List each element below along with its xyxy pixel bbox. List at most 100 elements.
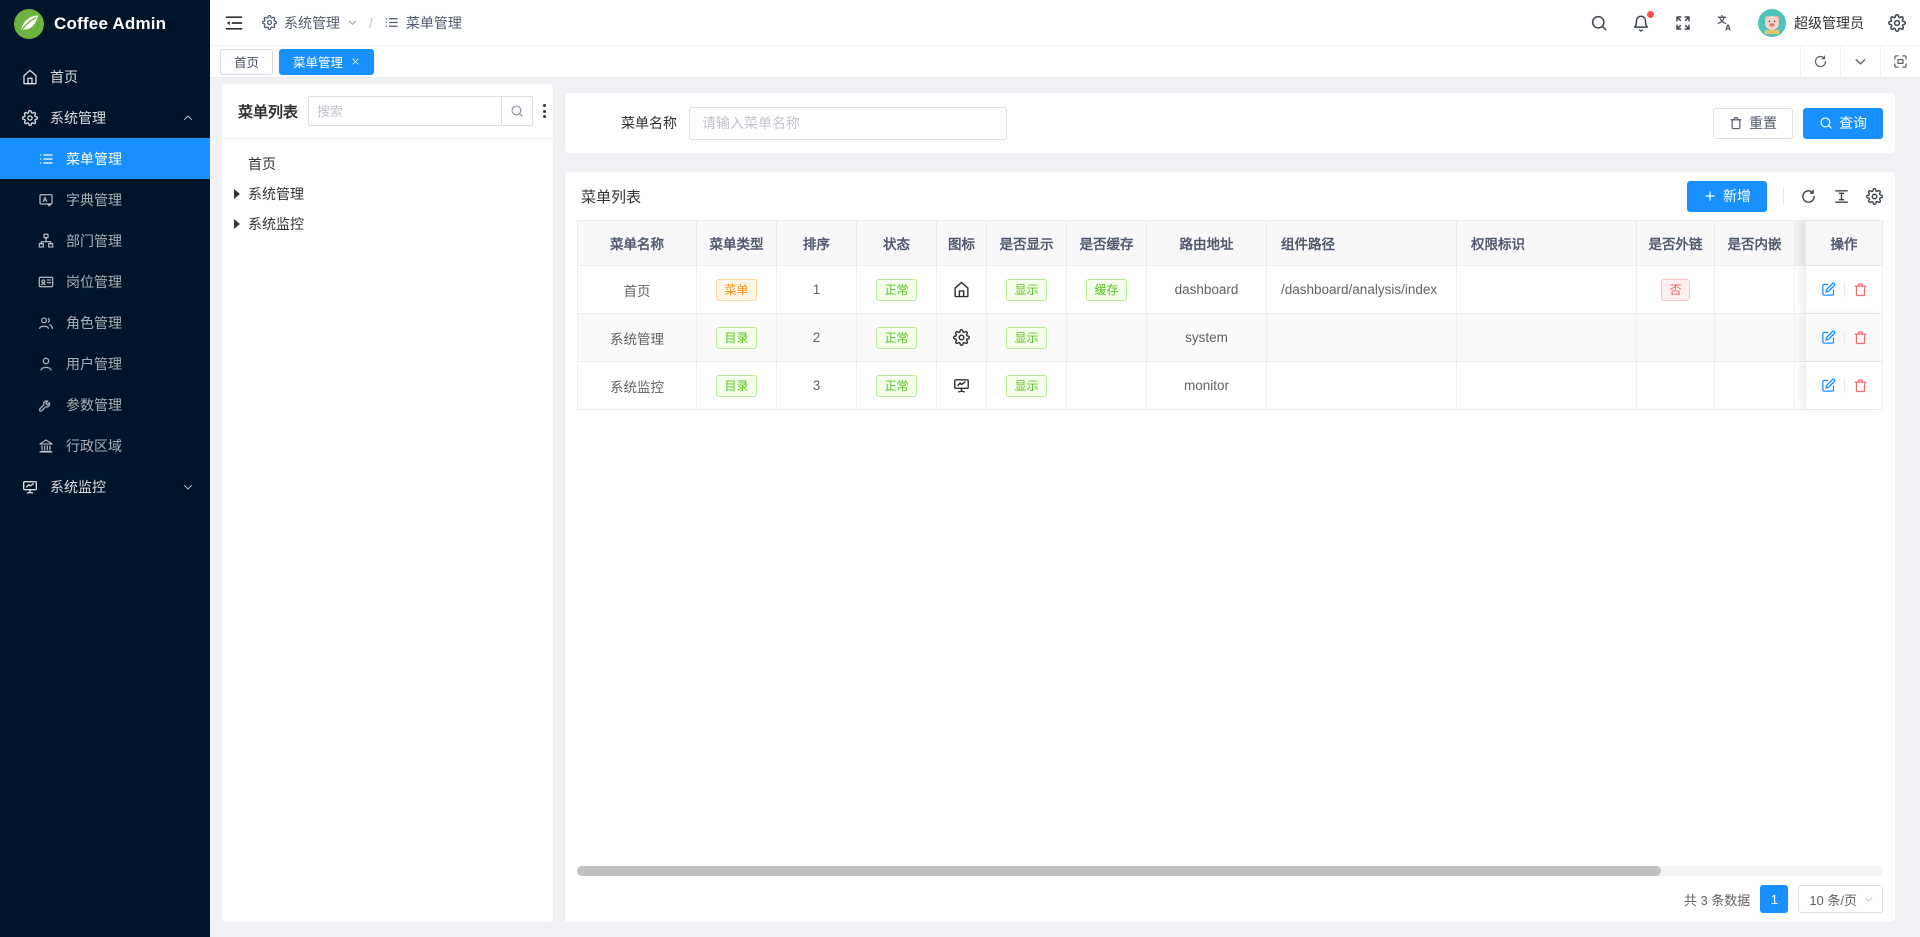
tab-bar: 首页 菜单管理	[210, 46, 1920, 78]
top-header: 系统管理 / 菜单管理 超级管理员	[210, 0, 1920, 46]
gear-icon	[22, 110, 38, 126]
column-settings-gear-icon[interactable]	[1866, 188, 1883, 205]
list-icon	[384, 15, 399, 30]
cell-sort: 2	[777, 314, 857, 361]
bank-icon	[38, 438, 54, 454]
sidebar-item-menu-management[interactable]: 菜单管理	[0, 138, 210, 179]
user-menu[interactable]: 超级管理员	[1758, 9, 1864, 37]
sidebar-item-system-monitor[interactable]: 系统监控	[0, 466, 210, 507]
notifications-button[interactable]	[1632, 14, 1650, 32]
table-row[interactable]: 系统管理 目录 2 正常 显示 system	[577, 314, 1883, 362]
cell-component	[1267, 314, 1457, 361]
cell-menu-type: 目录	[697, 314, 777, 361]
fullscreen-icon[interactable]	[1674, 14, 1692, 32]
table-empty-space	[565, 410, 1895, 866]
tab-menu-management[interactable]: 菜单管理	[279, 49, 374, 75]
app-title: Coffee Admin	[54, 14, 166, 34]
id-card-icon	[38, 274, 54, 290]
menu-table-card: 菜单列表 新增 菜单名称 菜单类型 排序 状态 图标 是否显示	[565, 172, 1895, 922]
type-badge: 目录	[716, 327, 756, 349]
refresh-tab-button[interactable]	[1800, 46, 1840, 77]
filter-bar: 菜单名称 重置 查询	[565, 93, 1895, 153]
chevron-down-icon	[182, 481, 194, 493]
sidebar: Coffee Admin 首页 系统管理 菜单管理 字典管理 部门管理 岗位管理…	[0, 0, 210, 937]
sidebar-item-department-management[interactable]: 部门管理	[0, 220, 210, 261]
breadcrumb-page: 菜单管理	[406, 13, 462, 33]
edit-icon[interactable]	[1821, 282, 1836, 297]
sidebar-item-post-management[interactable]: 岗位管理	[0, 261, 210, 302]
sidebar-item-role-management[interactable]: 角色管理	[0, 302, 210, 343]
search-button[interactable]: 查询	[1803, 108, 1883, 139]
table-row[interactable]: 首页 菜单 1 正常 显示 缓存 dashboard /dashboard/an…	[577, 266, 1883, 314]
status-badge: 正常	[876, 375, 916, 397]
org-tree-icon	[38, 233, 54, 249]
cell-cache	[1067, 314, 1147, 361]
table-toolbar: 菜单列表 新增	[565, 172, 1895, 220]
scrollbar-gutter	[1795, 314, 1805, 361]
sidebar-item-admin-region[interactable]: 行政区域	[0, 425, 210, 466]
tab-options-button[interactable]	[1840, 46, 1880, 77]
cell-actions	[1805, 362, 1883, 409]
tree-item-home[interactable]: 首页	[222, 149, 553, 179]
monitor-icon	[22, 479, 38, 495]
avatar	[1758, 9, 1786, 37]
chevron-down-icon	[347, 17, 358, 28]
scrollbar-thumb[interactable]	[577, 866, 1661, 876]
caret-right-icon[interactable]	[234, 219, 240, 229]
table-title: 菜单列表	[581, 186, 641, 207]
page-size-select[interactable]: 10 条/页	[1798, 885, 1883, 913]
menu-name-input[interactable]	[689, 107, 1007, 140]
tree-search-button[interactable]	[501, 96, 533, 126]
edit-icon[interactable]	[1821, 330, 1836, 345]
app-logo[interactable]: Coffee Admin	[0, 0, 210, 48]
type-badge: 目录	[716, 375, 756, 397]
delete-icon[interactable]	[1853, 330, 1868, 345]
status-badge: 正常	[876, 279, 916, 301]
tree-item-system-management[interactable]: 系统管理	[222, 179, 553, 209]
menu-fold-icon[interactable]	[224, 13, 244, 33]
chevron-down-icon	[1863, 894, 1874, 905]
plus-icon	[1703, 189, 1717, 203]
maximize-content-button[interactable]	[1880, 46, 1920, 77]
breadcrumb-separator: /	[369, 15, 373, 31]
settings-gear-icon[interactable]	[1888, 14, 1906, 32]
chevron-down-icon	[1853, 54, 1868, 69]
cell-permission	[1457, 266, 1637, 313]
sidebar-item-dictionary-management[interactable]: 字典管理	[0, 179, 210, 220]
caret-right-icon[interactable]	[234, 189, 240, 199]
tab-controls	[1800, 46, 1920, 77]
close-icon[interactable]	[351, 57, 360, 66]
edit-icon[interactable]	[1821, 378, 1836, 393]
tab-home[interactable]: 首页	[220, 49, 273, 75]
sidebar-item-home[interactable]: 首页	[0, 56, 210, 97]
cell-menu-type: 目录	[697, 362, 777, 409]
row-height-icon[interactable]	[1833, 188, 1850, 205]
external-link-badge: 否	[1661, 279, 1689, 301]
add-button[interactable]: 新增	[1687, 181, 1767, 212]
translate-icon[interactable]	[1716, 14, 1734, 32]
sidebar-item-parameter-management[interactable]: 参数管理	[0, 384, 210, 425]
type-badge: 菜单	[716, 279, 756, 301]
page-number-button[interactable]: 1	[1760, 885, 1788, 913]
delete-icon[interactable]	[1853, 282, 1868, 297]
sidebar-submenu-system: 菜单管理 字典管理 部门管理 岗位管理 角色管理 用户管理 参数管理 行政区域	[0, 138, 210, 466]
tree-search-input[interactable]	[308, 96, 501, 126]
cell-route: system	[1147, 314, 1267, 361]
cell-status: 正常	[857, 266, 937, 313]
cell-external-link	[1637, 314, 1715, 361]
tree-more-menu-icon[interactable]	[543, 104, 546, 118]
delete-icon[interactable]	[1853, 378, 1868, 393]
cell-actions	[1805, 266, 1883, 313]
cell-component: /dashboard/analysis/index	[1267, 266, 1457, 313]
horizontal-scrollbar	[577, 866, 1883, 876]
gear-icon	[953, 329, 970, 346]
search-icon[interactable]	[1590, 14, 1608, 32]
tree-panel-title: 菜单列表	[238, 101, 298, 122]
sidebar-item-user-management[interactable]: 用户管理	[0, 343, 210, 384]
sidebar-item-system-management[interactable]: 系统管理	[0, 97, 210, 138]
reset-button[interactable]: 重置	[1713, 108, 1793, 139]
table-row[interactable]: 系统监控 目录 3 正常 显示 monitor	[577, 362, 1883, 410]
refresh-icon[interactable]	[1800, 188, 1817, 205]
breadcrumb-section[interactable]: 系统管理	[284, 13, 340, 33]
tree-item-system-monitor[interactable]: 系统监控	[222, 209, 553, 239]
